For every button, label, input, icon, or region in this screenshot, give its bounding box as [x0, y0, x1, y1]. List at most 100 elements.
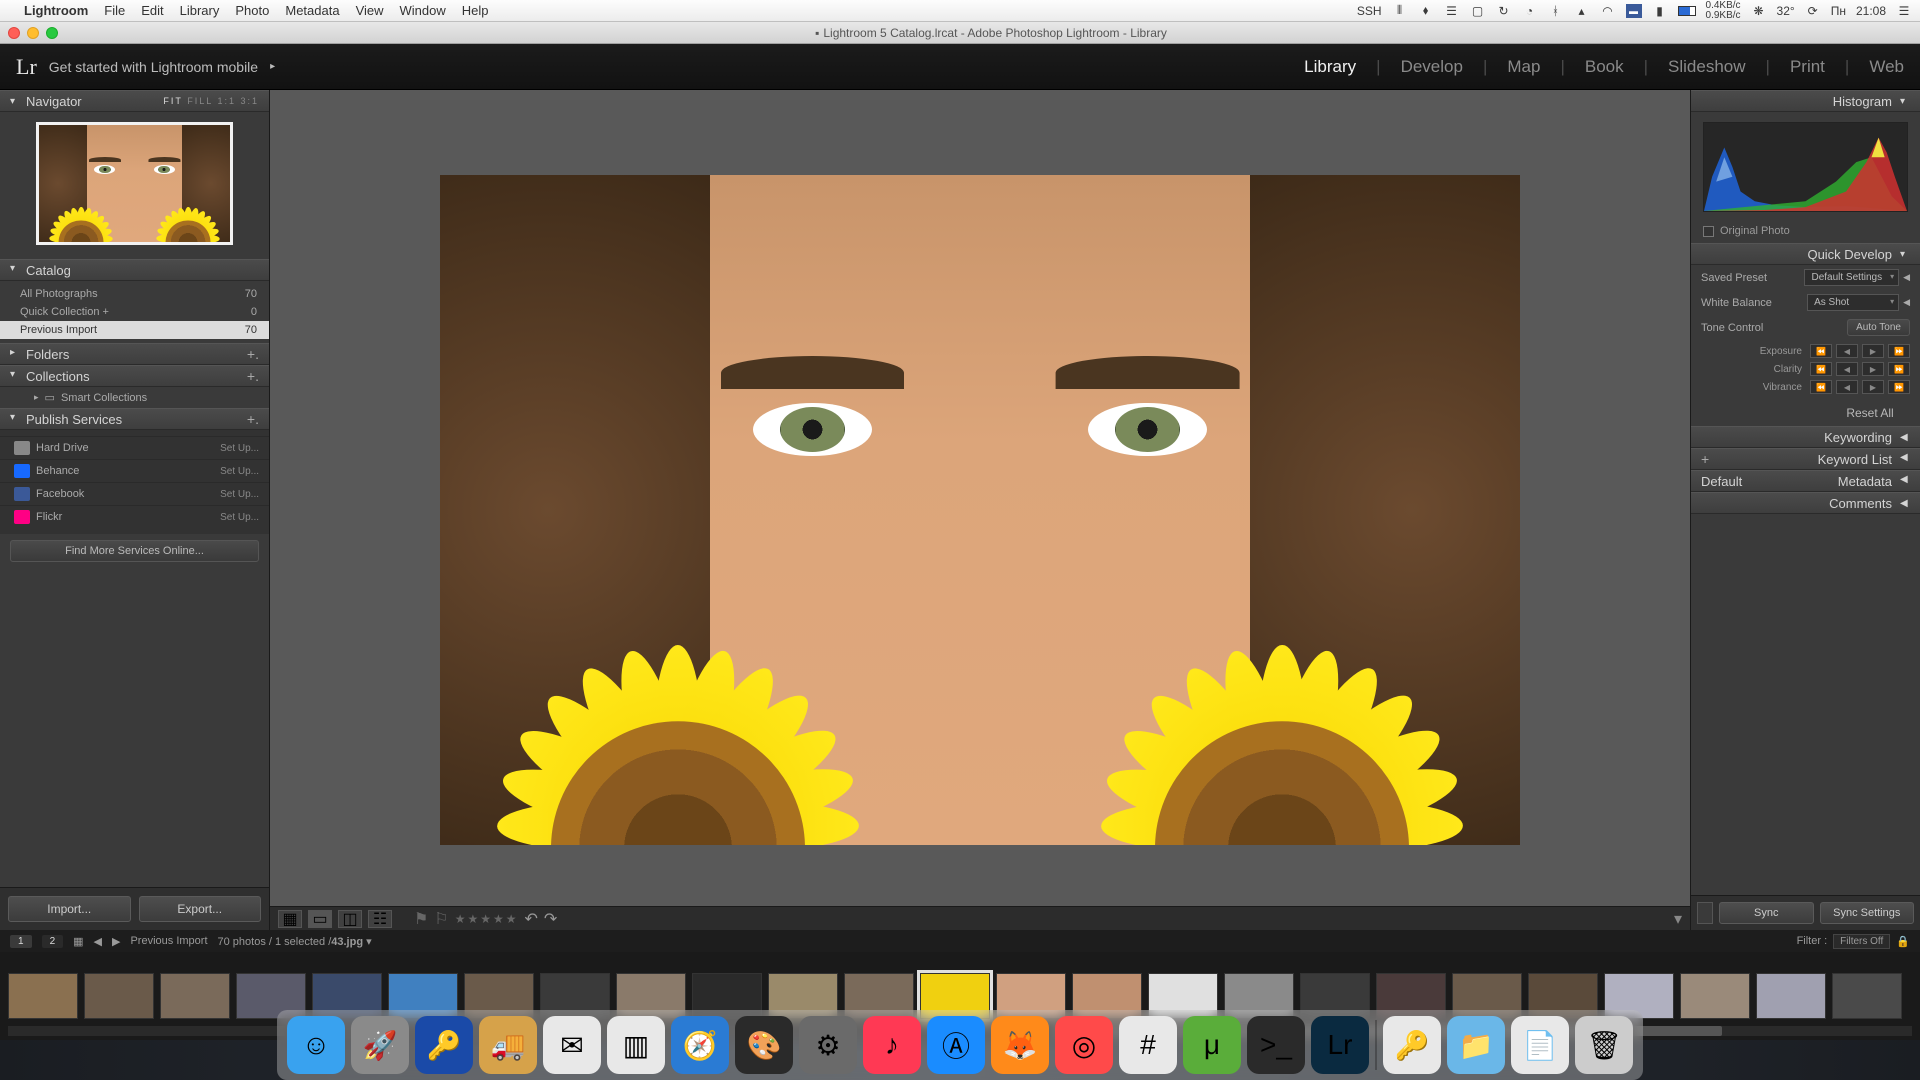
menu-extra-icon[interactable]: ⦀ [1392, 4, 1408, 18]
step-down-big[interactable]: ⏪ [1810, 344, 1832, 358]
filmstrip-thumbnail[interactable] [996, 973, 1066, 1019]
menu-photo[interactable]: Photo [235, 3, 269, 18]
fan-icon[interactable]: ❋ [1751, 4, 1767, 18]
volume-icon[interactable]: ▮ [1652, 4, 1668, 18]
sync-icon[interactable]: ⟳ [1805, 4, 1821, 18]
add-publish-icon[interactable]: +. [247, 411, 259, 427]
expand-icon[interactable]: ◀ [1903, 272, 1910, 283]
filmstrip-thumbnail[interactable] [1680, 973, 1750, 1019]
filmstrip-thumbnail[interactable] [464, 973, 534, 1019]
module-web[interactable]: Web [1869, 57, 1904, 77]
battery-icon[interactable] [1678, 6, 1696, 16]
minimize-button[interactable] [27, 27, 39, 39]
setup-link[interactable]: Set Up... [220, 512, 259, 523]
evernote-icon[interactable]: ☰ [1444, 4, 1460, 18]
collections-header[interactable]: ▾Collections +. [0, 365, 269, 387]
catalog-item[interactable]: Previous Import70 [0, 321, 269, 339]
module-slideshow[interactable]: Slideshow [1668, 57, 1746, 77]
step-up[interactable]: ▶ [1862, 344, 1884, 358]
flag-pick-icon[interactable]: ⚑ [414, 909, 428, 929]
filmstrip-thumbnail[interactable] [160, 973, 230, 1019]
sync-checkbox[interactable] [1697, 902, 1713, 924]
publish-service-item[interactable]: FlickrSet Up... [0, 505, 269, 528]
expand-icon[interactable]: ◀ [1903, 297, 1910, 308]
step-up-big[interactable]: ⏩ [1888, 362, 1910, 376]
rotate-cw-icon[interactable]: ↷ [544, 909, 557, 929]
original-photo-toggle[interactable]: Original Photo [1691, 219, 1920, 243]
app-name[interactable]: Lightroom [24, 3, 88, 18]
disclosure-triangle-icon[interactable]: ▸ [34, 392, 39, 403]
filmstrip-thumbnail[interactable] [1224, 973, 1294, 1019]
close-button[interactable] [8, 27, 20, 39]
filmstrip-thumbnail[interactable] [1452, 973, 1522, 1019]
filmstrip-thumbnail[interactable] [844, 973, 914, 1019]
clock-icon[interactable]: ◔ [1522, 4, 1538, 18]
setup-link[interactable]: Set Up... [220, 489, 259, 500]
auto-tone-button[interactable]: Auto Tone [1847, 319, 1910, 336]
disclosure-triangle-icon[interactable]: ▾ [10, 96, 20, 107]
filmstrip-thumbnail[interactable] [1148, 973, 1218, 1019]
clock-time[interactable]: 21:08 [1856, 4, 1886, 18]
folders-header[interactable]: ▸Folders +. [0, 343, 269, 365]
keywording-header[interactable]: Keywording◀ [1691, 426, 1920, 448]
setup-link[interactable]: Set Up... [220, 443, 259, 454]
flag-reject-icon[interactable]: ⚐ [434, 909, 448, 929]
catalog-item[interactable]: Quick Collection +0 [0, 303, 269, 321]
rating-stars[interactable]: ★★★★★ [455, 912, 519, 926]
metadata-preset-dropdown[interactable]: Default [1701, 474, 1761, 489]
publish-service-item[interactable]: FacebookSet Up... [0, 482, 269, 505]
timemachine-icon[interactable]: ↻ [1496, 4, 1512, 18]
import-button[interactable]: Import... [8, 896, 131, 922]
checkbox-icon[interactable] [1703, 226, 1714, 237]
filmstrip-thumbnail[interactable] [1604, 973, 1674, 1019]
step-up-big[interactable]: ⏩ [1888, 344, 1910, 358]
catalog-item[interactable]: All Photographs70 [0, 285, 269, 303]
zoom-fit[interactable]: FIT [163, 96, 182, 106]
notification-center-icon[interactable]: ☰ [1896, 4, 1912, 18]
filmstrip-thumbnail[interactable] [312, 973, 382, 1019]
step-up[interactable]: ▶ [1862, 380, 1884, 394]
zoom-1-1[interactable]: 1:1 [217, 96, 236, 106]
filmstrip-thumbnail[interactable] [1376, 973, 1446, 1019]
sync-settings-button[interactable]: Sync Settings [1820, 902, 1915, 924]
window-layout-1[interactable]: 1 [10, 935, 32, 948]
wifi-icon[interactable]: ◠ [1600, 4, 1616, 18]
survey-view-button[interactable]: ☷ [368, 910, 392, 928]
zoom-3-1[interactable]: 3:1 [240, 96, 259, 106]
toolbar-dropdown-icon[interactable]: ▾ [1674, 909, 1682, 929]
histogram-header[interactable]: Histogram▾ [1691, 90, 1920, 112]
next-photo-icon[interactable]: ▶ [112, 935, 120, 948]
prev-photo-icon[interactable]: ◀ [94, 935, 102, 948]
filmstrip-scrollbar[interactable] [8, 1026, 1912, 1036]
menu-file[interactable]: File [104, 3, 125, 18]
displays-icon[interactable]: ▢ [1470, 4, 1486, 18]
menu-window[interactable]: Window [400, 3, 446, 18]
loupe-view-button[interactable]: ▭ [308, 910, 332, 928]
publish-service-item[interactable]: Hard DriveSet Up... [0, 436, 269, 459]
filmstrip-thumbnail[interactable] [768, 973, 838, 1019]
sync-button[interactable]: Sync [1719, 902, 1814, 924]
chevron-right-icon[interactable]: ▸ [270, 61, 275, 72]
export-button[interactable]: Export... [139, 896, 262, 922]
step-down[interactable]: ◀ [1836, 362, 1858, 376]
filmstrip-thumbnail[interactable] [388, 973, 458, 1019]
step-down[interactable]: ◀ [1836, 344, 1858, 358]
filmstrip-thumbnail[interactable] [1072, 973, 1142, 1019]
input-source-icon[interactable]: ▬ [1626, 4, 1642, 18]
filmstrip-thumbnail[interactable] [920, 973, 990, 1019]
clock-day[interactable]: Пн [1831, 4, 1846, 18]
step-up[interactable]: ▶ [1862, 362, 1884, 376]
step-down-big[interactable]: ⏪ [1810, 380, 1832, 394]
breadcrumb[interactable]: Previous Import [130, 935, 207, 947]
lightroom-mobile-link[interactable]: Get started with Lightroom mobile [49, 59, 258, 75]
grid-small-icon[interactable]: ▦ [73, 935, 83, 948]
comments-header[interactable]: Comments◀ [1691, 492, 1920, 514]
find-more-services-button[interactable]: Find More Services Online... [10, 540, 259, 562]
module-library[interactable]: Library [1304, 57, 1356, 77]
filmstrip[interactable] [0, 952, 1920, 1040]
menu-help[interactable]: Help [462, 3, 489, 18]
filmstrip-thumbnail[interactable] [8, 973, 78, 1019]
white-balance-dropdown[interactable]: As Shot [1807, 294, 1899, 311]
filmstrip-thumbnail[interactable] [692, 973, 762, 1019]
filmstrip-thumbnail[interactable] [540, 973, 610, 1019]
